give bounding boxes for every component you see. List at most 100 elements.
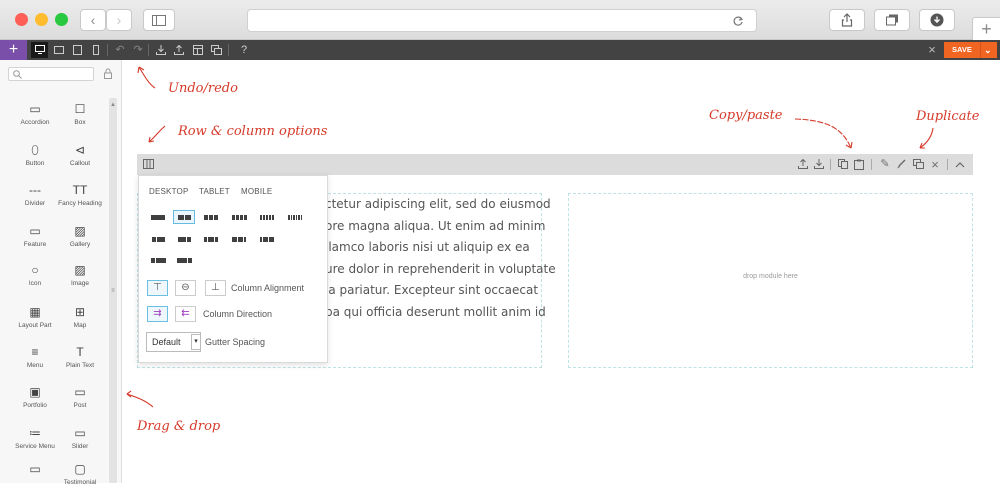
module-item[interactable]: ▭ Accordion xyxy=(10,102,60,126)
module-item[interactable]: ▭ Post xyxy=(55,385,105,409)
module-item[interactable]: ☐ Box xyxy=(55,102,105,126)
grid-preset-option[interactable] xyxy=(173,232,195,246)
tablet-portrait-button[interactable] xyxy=(68,40,86,60)
text-line: ore magna aliqua. Ut enim ad minim xyxy=(325,218,546,233)
address-bar[interactable] xyxy=(247,9,757,32)
grid-preset-block xyxy=(288,214,290,220)
duplicate-page-button[interactable] xyxy=(207,40,225,60)
zoom-window-button[interactable] xyxy=(55,13,68,26)
module-item[interactable]: ▦ Layout Part xyxy=(10,305,60,329)
module-item[interactable]: ≡ Menu xyxy=(10,345,60,369)
direction-rtl-icon: ⇇ xyxy=(181,308,190,319)
grid-preset-option[interactable] xyxy=(228,232,250,246)
row-edit-button[interactable]: ✎ xyxy=(878,154,892,175)
grid-preset-option[interactable] xyxy=(284,210,306,224)
row-collapse-button[interactable] xyxy=(953,154,967,175)
module-item[interactable]: ≔ Service Menu xyxy=(10,426,60,450)
tablet-landscape-button[interactable] xyxy=(50,40,68,60)
align-middle-button[interactable]: ⊖ xyxy=(175,280,196,296)
module-item[interactable]: ▭ Slider xyxy=(55,426,105,450)
module-item[interactable]: ▨ Image xyxy=(55,263,105,287)
align-bottom-button[interactable]: ⊥ xyxy=(205,280,226,296)
tab-desktop[interactable]: DESKTOP xyxy=(149,187,189,196)
module-item[interactable]: ▭ xyxy=(10,462,60,479)
column-right[interactable]: drop module here xyxy=(568,193,973,368)
tab-mobile[interactable]: MOBILE xyxy=(241,187,272,196)
save-button[interactable]: SAVE ⌄ xyxy=(944,42,997,58)
row-style-button[interactable] xyxy=(894,154,908,175)
grid-preset-block xyxy=(260,236,262,242)
module-label: Icon xyxy=(28,280,42,287)
import-button[interactable] xyxy=(152,40,170,60)
help-button[interactable]: ? xyxy=(235,40,253,60)
gutter-select[interactable]: Default ▾ xyxy=(146,332,201,352)
new-tab-button[interactable]: + xyxy=(972,17,1000,40)
gutter-value: Default xyxy=(152,337,181,347)
close-window-button[interactable] xyxy=(15,13,28,26)
grid-preset-block xyxy=(238,236,243,242)
module-item[interactable]: ⊞ Map xyxy=(55,305,105,329)
chevron-down-icon[interactable]: ▾ xyxy=(191,334,201,350)
minimize-window-button[interactable] xyxy=(35,13,48,26)
row-options-button[interactable] xyxy=(141,154,155,175)
grid-preset-block xyxy=(269,214,271,220)
row-toolbar: ✎ × xyxy=(137,154,973,175)
module-label: Button xyxy=(25,160,45,167)
module-item[interactable]: ▣ Portfolio xyxy=(10,385,60,409)
desktop-icon xyxy=(35,45,45,54)
row-copy-button[interactable] xyxy=(836,154,850,175)
scroll-grip-icon[interactable]: ≡ xyxy=(110,288,116,298)
downloads-button[interactable] xyxy=(919,9,955,31)
row-delete-button[interactable]: × xyxy=(928,154,942,175)
desktop-view-button[interactable] xyxy=(31,40,49,60)
tab-tablet[interactable]: TABLET xyxy=(199,187,230,196)
grid-preset-option[interactable] xyxy=(147,232,169,246)
chevron-down-icon[interactable]: ⌄ xyxy=(984,42,992,58)
forward-button[interactable]: › xyxy=(106,9,132,31)
reload-icon[interactable] xyxy=(732,15,744,27)
module-item[interactable]: --- Divider xyxy=(10,183,60,207)
share-button[interactable] xyxy=(829,9,865,31)
module-item[interactable]: T Plain Text xyxy=(55,345,105,369)
module-item[interactable]: ○ Icon xyxy=(10,263,60,287)
grid-preset-option[interactable] xyxy=(200,210,222,224)
module-item[interactable]: ▭ Feature xyxy=(10,224,60,248)
grid-preset-option[interactable] xyxy=(228,210,250,224)
grid-preset-option[interactable] xyxy=(173,253,195,267)
back-button[interactable]: ‹ xyxy=(80,9,106,31)
module-item[interactable]: TT Fancy Heading xyxy=(55,183,105,207)
sidebar-toggle-button[interactable] xyxy=(143,9,175,31)
module-item[interactable]: ⊲ Callout xyxy=(55,143,105,167)
export-button[interactable] xyxy=(170,40,188,60)
undo-button[interactable]: ↶ xyxy=(111,40,129,60)
layouts-button[interactable] xyxy=(189,40,207,60)
add-module-button[interactable]: + xyxy=(0,40,27,60)
tabs-button[interactable] xyxy=(874,9,910,31)
scroll-up-icon[interactable]: ▲ xyxy=(109,102,117,114)
module-item[interactable]: ▢ Testimonial xyxy=(55,462,105,486)
direction-rtl-button[interactable]: ⇇ xyxy=(175,306,196,322)
mobile-view-button[interactable] xyxy=(87,40,105,60)
module-item[interactable]: ▨ Gallery xyxy=(55,224,105,248)
grid-preset-option[interactable] xyxy=(256,232,278,246)
lock-icon[interactable] xyxy=(104,68,112,79)
grid-preset-option[interactable] xyxy=(256,210,278,224)
module-search-input[interactable] xyxy=(8,67,94,81)
close-builder-button[interactable]: × xyxy=(923,40,941,60)
grid-preset-option[interactable] xyxy=(200,232,222,246)
grid-preset-option[interactable] xyxy=(173,210,195,224)
row-import-button[interactable] xyxy=(812,154,826,175)
row-export-button[interactable] xyxy=(796,154,810,175)
align-middle-icon: ⊖ xyxy=(181,282,190,293)
redo-button[interactable]: ↷ xyxy=(129,40,147,60)
module-item[interactable]: ⬯ Button xyxy=(10,143,60,167)
row-duplicate-button[interactable] xyxy=(911,154,925,175)
sidebar-scrollbar[interactable]: ▲ ≡ xyxy=(109,98,117,483)
direction-ltr-button[interactable]: ⇉ xyxy=(147,306,168,322)
drag-drop-annotation: Drag & drop xyxy=(137,419,221,434)
row-paste-button[interactable] xyxy=(852,154,866,175)
copy-icon xyxy=(837,159,848,169)
align-top-button[interactable]: ⊤ xyxy=(147,280,168,296)
grid-preset-option[interactable] xyxy=(147,253,169,267)
grid-preset-option[interactable] xyxy=(147,210,169,224)
